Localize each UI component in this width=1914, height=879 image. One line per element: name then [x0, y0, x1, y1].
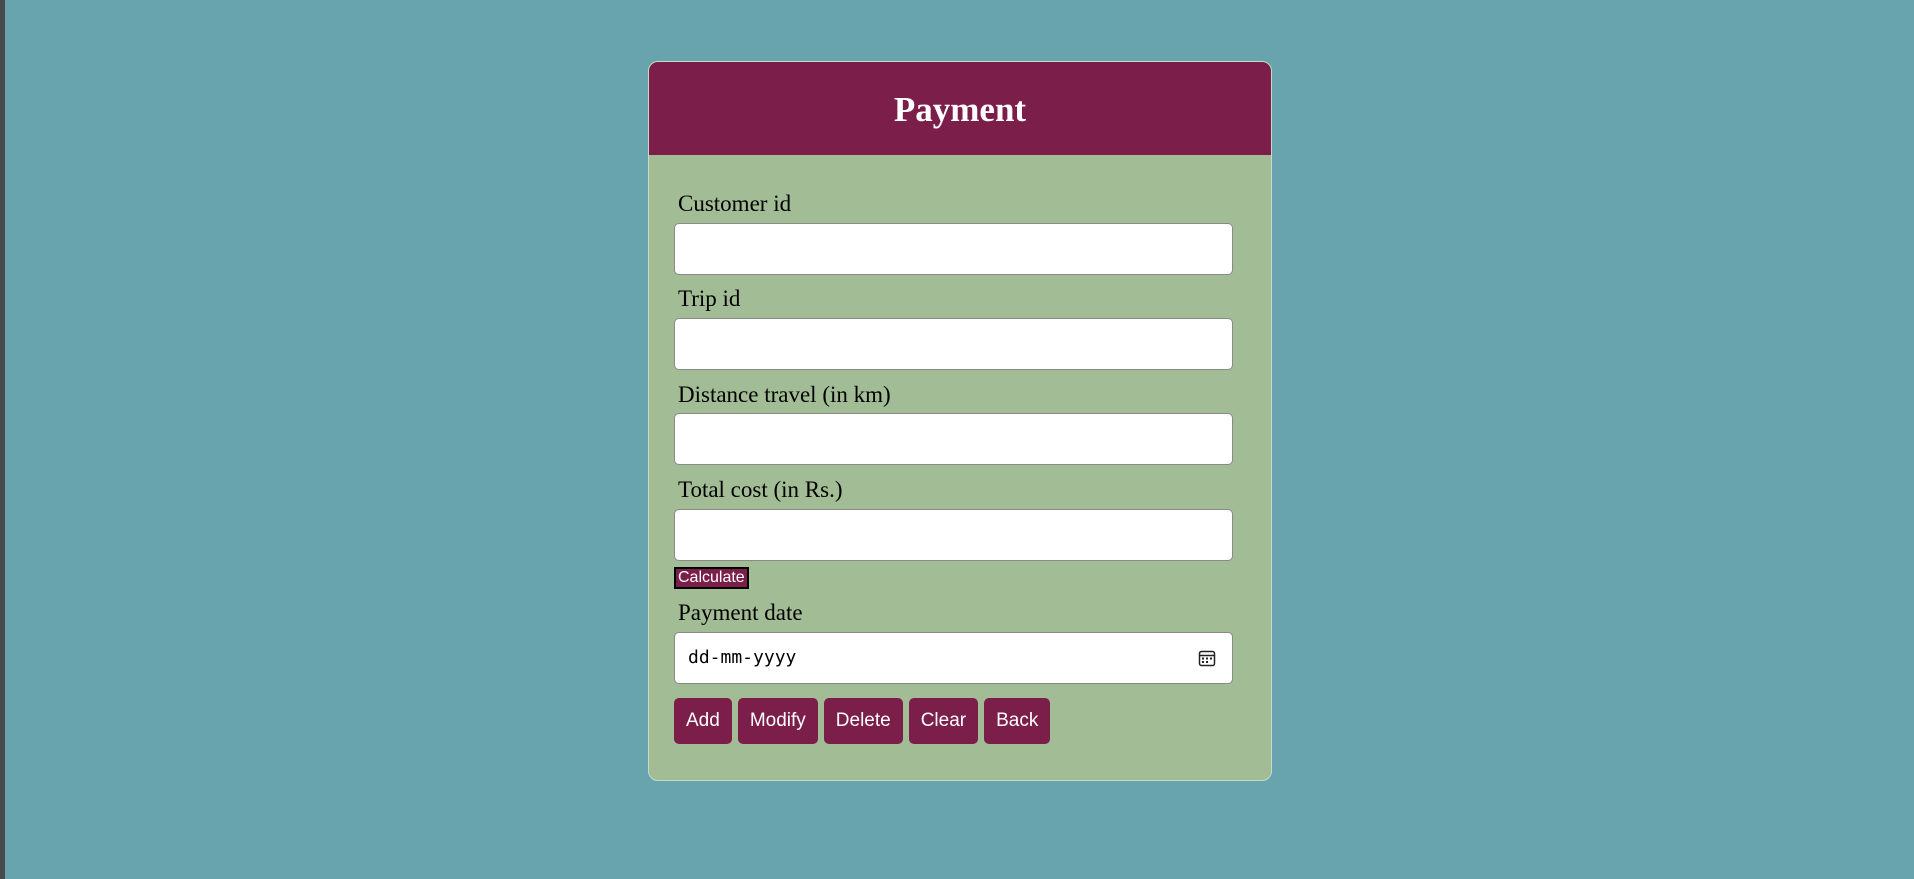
delete-button[interactable]: Delete: [823, 698, 903, 744]
customer-id-label: Customer id: [678, 191, 792, 216]
payment-date-placeholder: dd-mm-yyyy: [688, 647, 797, 668]
form-header: Payment: [649, 62, 1271, 155]
calculate-button[interactable]: Calculate: [674, 567, 749, 589]
distance-input[interactable]: [674, 413, 1233, 465]
trip-id-label: Trip id: [678, 286, 741, 311]
distance-label: Distance travel (in km): [678, 382, 891, 407]
add-button[interactable]: Add: [674, 698, 732, 744]
total-cost-input[interactable]: [674, 509, 1233, 561]
form-title: Payment: [893, 89, 1027, 129]
total-cost-label: Total cost (in Rs.): [678, 477, 843, 502]
customer-id-input[interactable]: [674, 223, 1233, 275]
modify-button[interactable]: Modify: [737, 698, 818, 744]
action-buttons: Add Modify Delete Clear Back: [674, 698, 1051, 744]
calendar-icon[interactable]: [1198, 649, 1216, 667]
clear-button[interactable]: Clear: [908, 698, 979, 744]
trip-id-input[interactable]: [674, 318, 1233, 370]
payment-date-label: Payment date: [678, 600, 803, 625]
back-button[interactable]: Back: [984, 698, 1051, 744]
payment-date-input[interactable]: dd-mm-yyyy: [674, 632, 1233, 684]
payment-form-card: Payment Customer id Trip id Distance tra…: [648, 61, 1272, 781]
